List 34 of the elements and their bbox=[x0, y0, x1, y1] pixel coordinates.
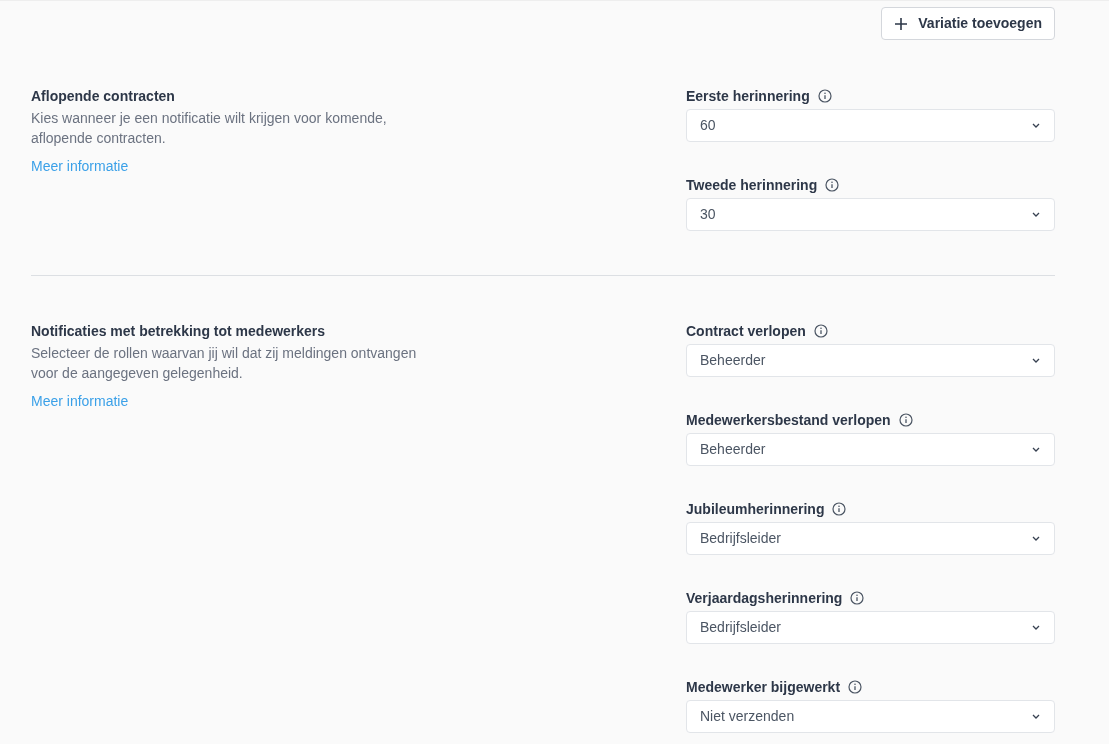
field-label: Tweede herinnering bbox=[686, 175, 818, 195]
select-dropdown[interactable]: 60 bbox=[686, 109, 1055, 142]
chevron-down-icon bbox=[1032, 212, 1040, 217]
chevron-down-icon bbox=[1032, 447, 1040, 452]
info-icon[interactable] bbox=[832, 502, 847, 516]
select-dropdown[interactable]: Beheerder bbox=[686, 433, 1055, 466]
section-title: Aflopende contracten bbox=[31, 87, 176, 106]
chevron-down-icon bbox=[1032, 714, 1040, 719]
section-title: Notificaties met betrekking tot medewerkers bbox=[31, 322, 327, 341]
field-label: Jubileumherinnering bbox=[686, 499, 825, 519]
select-dropdown[interactable]: 30 bbox=[686, 198, 1055, 231]
field-label: Verjaardagsherinnering bbox=[686, 588, 843, 608]
select-dropdown[interactable]: Bedrijfsleider bbox=[686, 611, 1055, 644]
field-label: Medewerker bijgewerkt bbox=[686, 677, 841, 697]
add-variation-button[interactable]: Variatie toevoegen bbox=[881, 7, 1055, 40]
chevron-down-icon bbox=[1032, 536, 1040, 541]
section-description: Selecteer de rollen waarvan jij wil dat zij meldingen ontvangen voor de aangegeven gelegenheid. bbox=[31, 344, 418, 383]
chevron-down-icon bbox=[1032, 625, 1040, 630]
info-icon[interactable] bbox=[817, 89, 832, 103]
info-icon[interactable] bbox=[898, 413, 913, 427]
select-dropdown[interactable]: Niet verzenden bbox=[686, 700, 1055, 733]
info-icon[interactable] bbox=[813, 324, 828, 338]
info-icon[interactable] bbox=[848, 680, 863, 694]
info-icon[interactable] bbox=[850, 591, 865, 605]
field-label: Contract verlopen bbox=[686, 321, 806, 341]
plus-icon bbox=[894, 16, 909, 31]
chevron-down-icon bbox=[1032, 358, 1040, 363]
select-dropdown[interactable]: Beheerder bbox=[686, 344, 1055, 377]
select-dropdown[interactable]: Bedrijfsleider bbox=[686, 522, 1055, 555]
section-description: Kies wanneer je een notificatie wilt krijgen voor komende, aflopende contracten. bbox=[31, 109, 388, 148]
info-icon[interactable] bbox=[825, 178, 840, 192]
field-label: Eerste herinnering bbox=[686, 86, 810, 106]
field-label: Medewerkersbestand verlopen bbox=[686, 410, 891, 430]
chevron-down-icon bbox=[1032, 123, 1040, 128]
